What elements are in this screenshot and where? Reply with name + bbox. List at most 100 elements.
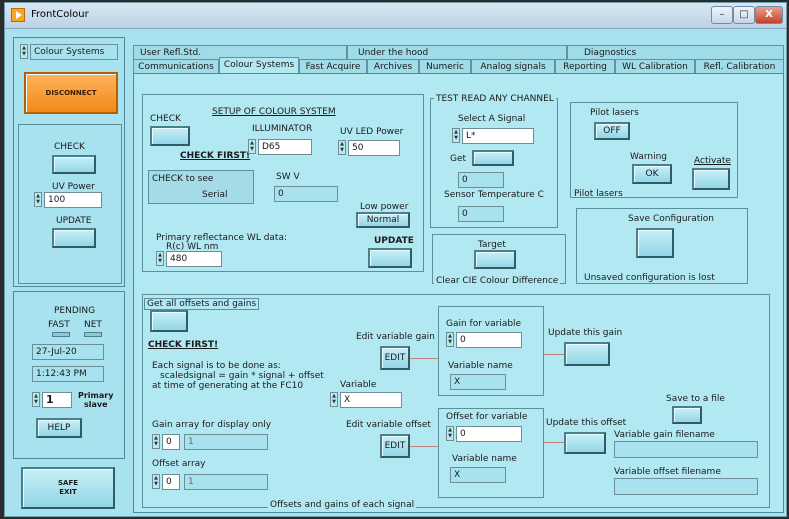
get-label: Get (450, 154, 467, 164)
offset-for-variable-label: Offset for variable (446, 412, 528, 422)
setup-title: SETUP OF COLOUR SYSTEM (212, 107, 336, 117)
update-offset-label: Update this offset (546, 418, 627, 428)
signal-select[interactable]: L* (462, 128, 534, 144)
edit-gain-button[interactable]: EDIT (380, 346, 410, 370)
gain-filename-label: Variable gain filename (614, 430, 715, 440)
note-line-3: at time of generating at the FC10 (152, 381, 304, 391)
net-indicator (84, 332, 102, 337)
gain-for-variable-label: Gain for variable (446, 319, 522, 329)
activate-button[interactable] (692, 168, 730, 190)
tab-diagnostics[interactable]: Diagnostics (567, 45, 784, 59)
nav-spinner[interactable]: ▲ ▼ (20, 44, 28, 59)
sensor-temp-value: 0 (458, 206, 504, 222)
get-all-label: Get all offsets and gains (144, 298, 260, 310)
disconnect-button[interactable]: DISCONNECT (24, 72, 118, 114)
save-file-label: Save to a file (666, 394, 725, 404)
save-config-title: Save Configuration (628, 214, 714, 224)
time-display: 1:12:43 PM (32, 366, 104, 382)
activate-label: Activate (694, 156, 731, 166)
uv-power-input[interactable]: 100 (44, 192, 102, 208)
offset-spinner[interactable]: ▲ ▼ (446, 426, 454, 441)
uv-power-spinner[interactable]: ▲ ▼ (34, 192, 42, 207)
slave-label: slave (84, 400, 108, 409)
check-to-see-label: CHECK to see (152, 174, 214, 184)
minimize-button[interactable]: – (711, 6, 733, 24)
wl-spinner[interactable]: ▲ ▼ (156, 251, 164, 266)
offset-connector (410, 446, 438, 447)
uv-led-power-input[interactable]: 50 (348, 140, 400, 156)
gain-array-spinner[interactable]: ▲ ▼ (152, 434, 160, 449)
variable-input[interactable]: X (340, 392, 402, 408)
illuminator-select[interactable]: D65 (258, 139, 312, 155)
unsaved-note: Unsaved configuration is lost (584, 273, 715, 283)
check-button[interactable] (52, 155, 96, 174)
tab-fast-acquire[interactable]: Fast Acquire (299, 59, 367, 73)
fast-label: FAST (48, 320, 70, 330)
slave-input[interactable]: 1 (42, 392, 72, 408)
tab-refl-calibration[interactable]: Refl. Calibration (695, 59, 784, 73)
offset-array-label: Offset array (152, 459, 206, 469)
save-config-button[interactable] (636, 228, 674, 258)
update-gain-button[interactable] (564, 342, 610, 366)
setup-update-button[interactable] (368, 248, 412, 268)
setup-check-button[interactable] (150, 126, 190, 146)
target-label: Target (478, 240, 506, 250)
ok-button[interactable]: OK (632, 164, 672, 184)
setup-check-label: CHECK (150, 114, 181, 124)
maximize-button[interactable]: □ (733, 6, 755, 24)
gain-array-label: Gain array for display only (152, 420, 272, 430)
update-button[interactable] (52, 228, 96, 248)
tab-communications[interactable]: Communications (133, 59, 219, 73)
edit-offset-button[interactable]: EDIT (380, 434, 410, 458)
check-label: CHECK (54, 142, 85, 152)
variable-spinner[interactable]: ▲ ▼ (330, 392, 338, 407)
save-file-button[interactable] (672, 406, 702, 424)
offset-array-index[interactable]: 0 (162, 474, 180, 490)
offset-input[interactable]: 0 (456, 426, 522, 442)
primary-label: Primary (78, 391, 114, 400)
pilot-lasers-footer: Pilot lasers (574, 189, 623, 199)
update-gain-connector (544, 354, 564, 355)
tab-analog-signals[interactable]: Analog signals (471, 59, 555, 73)
offset-array-spinner[interactable]: ▲ ▼ (152, 474, 160, 489)
tab-numeric[interactable]: Numeric (419, 59, 471, 73)
illuminator-label: ILLUMINATOR (252, 124, 313, 134)
offset-filename-label: Variable offset filename (614, 467, 721, 477)
uv-led-spinner[interactable]: ▲ ▼ (338, 140, 346, 155)
colour-systems-page: CHECK SETUP OF COLOUR SYSTEM CHECK FIRST… (133, 73, 784, 513)
main-window: FrontColour – □ X ▲ ▼ Colour Systems DISC… (4, 2, 787, 517)
gain-input[interactable]: 0 (456, 332, 522, 348)
pilot-off-button[interactable]: OFF (594, 122, 630, 140)
update-offset-connector (544, 442, 564, 443)
setup-check-first: CHECK FIRST! (180, 151, 251, 161)
title-bar: FrontColour – □ X (5, 3, 786, 29)
serial-label: Serial (202, 190, 228, 200)
note-line-1: Each signal is to be done as: (152, 361, 281, 371)
illuminator-spinner[interactable]: ▲ ▼ (248, 139, 256, 154)
tab-reporting[interactable]: Reporting (555, 59, 615, 73)
gain-spinner[interactable]: ▲ ▼ (446, 332, 454, 347)
uv-power-label: UV Power (52, 182, 95, 192)
update-offset-button[interactable] (564, 432, 606, 454)
tab-under-the-hood[interactable]: Under the hood (347, 45, 567, 59)
tab-wl-calibration[interactable]: WL Calibration (615, 59, 695, 73)
slave-spinner[interactable]: ▲ ▼ (32, 392, 40, 407)
safe-exit-button[interactable]: SAFE EXIT (21, 467, 115, 509)
note-line-2: scaledsignal = gain * signal + offset (160, 371, 324, 381)
signal-spinner[interactable]: ▲ ▼ (452, 128, 460, 143)
get-button[interactable] (472, 150, 514, 166)
gain-array-index[interactable]: 0 (162, 434, 180, 450)
get-all-button[interactable] (150, 310, 188, 332)
tab-colour-systems[interactable]: Colour Systems (219, 57, 299, 73)
wl-input[interactable]: 480 (166, 251, 222, 267)
tab-archives[interactable]: Archives (367, 59, 419, 73)
edit-offset-label: Edit variable offset (346, 420, 431, 430)
target-button[interactable] (474, 250, 516, 269)
close-button[interactable]: X (755, 6, 783, 24)
low-power-toggle[interactable]: Normal (356, 212, 410, 228)
fast-indicator (52, 332, 70, 337)
offsets-check-first: CHECK FIRST! (148, 340, 219, 350)
nav-selector[interactable]: Colour Systems (30, 44, 118, 60)
warning-label: Warning (630, 152, 668, 162)
help-button[interactable]: HELP (36, 418, 82, 438)
